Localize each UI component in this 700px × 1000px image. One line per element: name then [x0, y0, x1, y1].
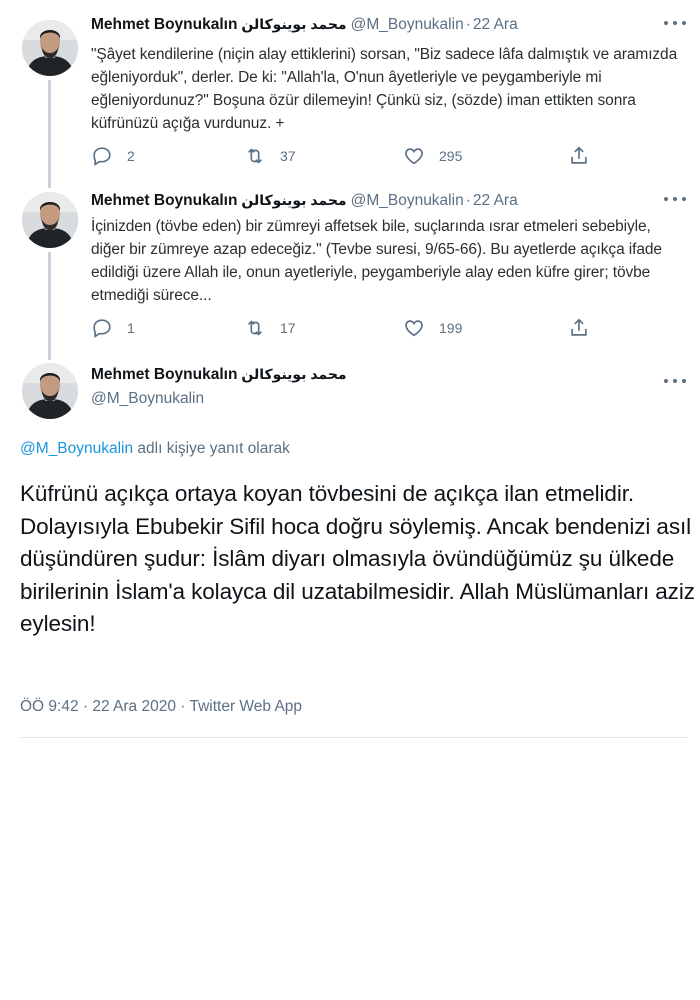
author-name[interactable]: Mehmet Boynukalın [91, 16, 237, 33]
tweet-text: "Şâyet kendilerine (niçin alay ettikleri… [91, 46, 678, 132]
avatar[interactable] [22, 20, 78, 76]
tweet-date[interactable]: 22 Ara [473, 192, 518, 209]
separator: · [465, 192, 471, 209]
tweet-actions: 1 17 199 [91, 316, 611, 340]
avatar[interactable] [22, 192, 78, 248]
retweet-button[interactable]: 17 [244, 316, 296, 340]
reply-count: 1 [127, 320, 135, 336]
author-handle[interactable]: @M_Boynukalin [91, 390, 347, 408]
reply-context: @M_Boynukalin adlı kişiye yanıt olarak [20, 440, 290, 458]
main-tweet-text: Küfrünü açıkça ortaya koyan tövbesini de… [20, 481, 695, 636]
main-author-block: Mehmet Boynukalın محمد بوينوكالن @M_Boynu… [91, 366, 347, 408]
share-icon [571, 146, 587, 164]
reply-button[interactable]: 2 [91, 144, 135, 168]
author-handle[interactable]: @M_Boynukalin [351, 16, 464, 33]
divider [20, 737, 688, 738]
author-name[interactable]: Mehmet Boynukalın [91, 192, 237, 209]
avatar[interactable] [22, 363, 78, 419]
retweet-button[interactable]: 37 [244, 144, 296, 168]
author-arabic-name: محمد بوينوكالن [241, 16, 347, 32]
author-arabic-name: محمد بوينوكالن [241, 192, 347, 208]
author-arabic-name: محمد بوينوكالن [241, 366, 347, 382]
reply-icon [93, 147, 111, 166]
thread-tweet[interactable]: Mehmet Boynukalın محمد بوينوكالن @M_Boynuk… [0, 0, 700, 188]
like-button[interactable]: 199 [403, 316, 462, 340]
more-icon[interactable] [664, 194, 686, 204]
share-icon [571, 318, 587, 336]
like-count: 295 [439, 148, 463, 164]
reply-count: 2 [127, 148, 135, 164]
more-icon[interactable] [664, 18, 686, 28]
tweet-header: Mehmet Boynukalın محمد بوينوكالن @M_Boynuk… [91, 16, 518, 34]
like-button[interactable]: 295 [403, 144, 462, 168]
author-name[interactable]: Mehmet Boynukalın [91, 366, 237, 383]
tweet-text: İçinizden (tövbe eden) bir zümreyi affet… [91, 218, 662, 304]
retweet-icon [247, 320, 263, 336]
reply-mention-link[interactable]: @M_Boynukalin [20, 440, 133, 457]
retweet-count: 17 [280, 320, 296, 336]
share-button[interactable] [568, 316, 604, 340]
thread-tweet[interactable]: Mehmet Boynukalın محمد بوينوكالن @M_Boynuk… [0, 172, 700, 360]
like-count: 199 [439, 320, 463, 336]
tweet-actions: 2 37 295 [91, 144, 611, 168]
heart-icon [405, 148, 423, 165]
heart-icon [405, 320, 423, 337]
reply-context-label: adlı kişiye yanıt olarak [133, 440, 290, 457]
retweet-icon [247, 148, 263, 164]
separator: · [465, 16, 471, 33]
tweet-date[interactable]: 22 Ara [473, 16, 518, 33]
tweet-header: Mehmet Boynukalın محمد بوينوكالن @M_Boynuk… [91, 192, 518, 210]
more-icon[interactable] [664, 376, 686, 386]
author-handle[interactable]: @M_Boynukalin [351, 192, 464, 209]
main-author-line: Mehmet Boynukalın محمد بوينوكالن [91, 366, 347, 384]
thread-line [48, 252, 51, 360]
share-button[interactable] [568, 144, 604, 168]
reply-button[interactable]: 1 [91, 316, 135, 340]
retweet-count: 37 [280, 148, 296, 164]
reply-icon [93, 319, 111, 338]
tweet-timestamp[interactable]: ÖÖ 9:42 · 22 Ara 2020 · Twitter Web App [20, 698, 302, 716]
